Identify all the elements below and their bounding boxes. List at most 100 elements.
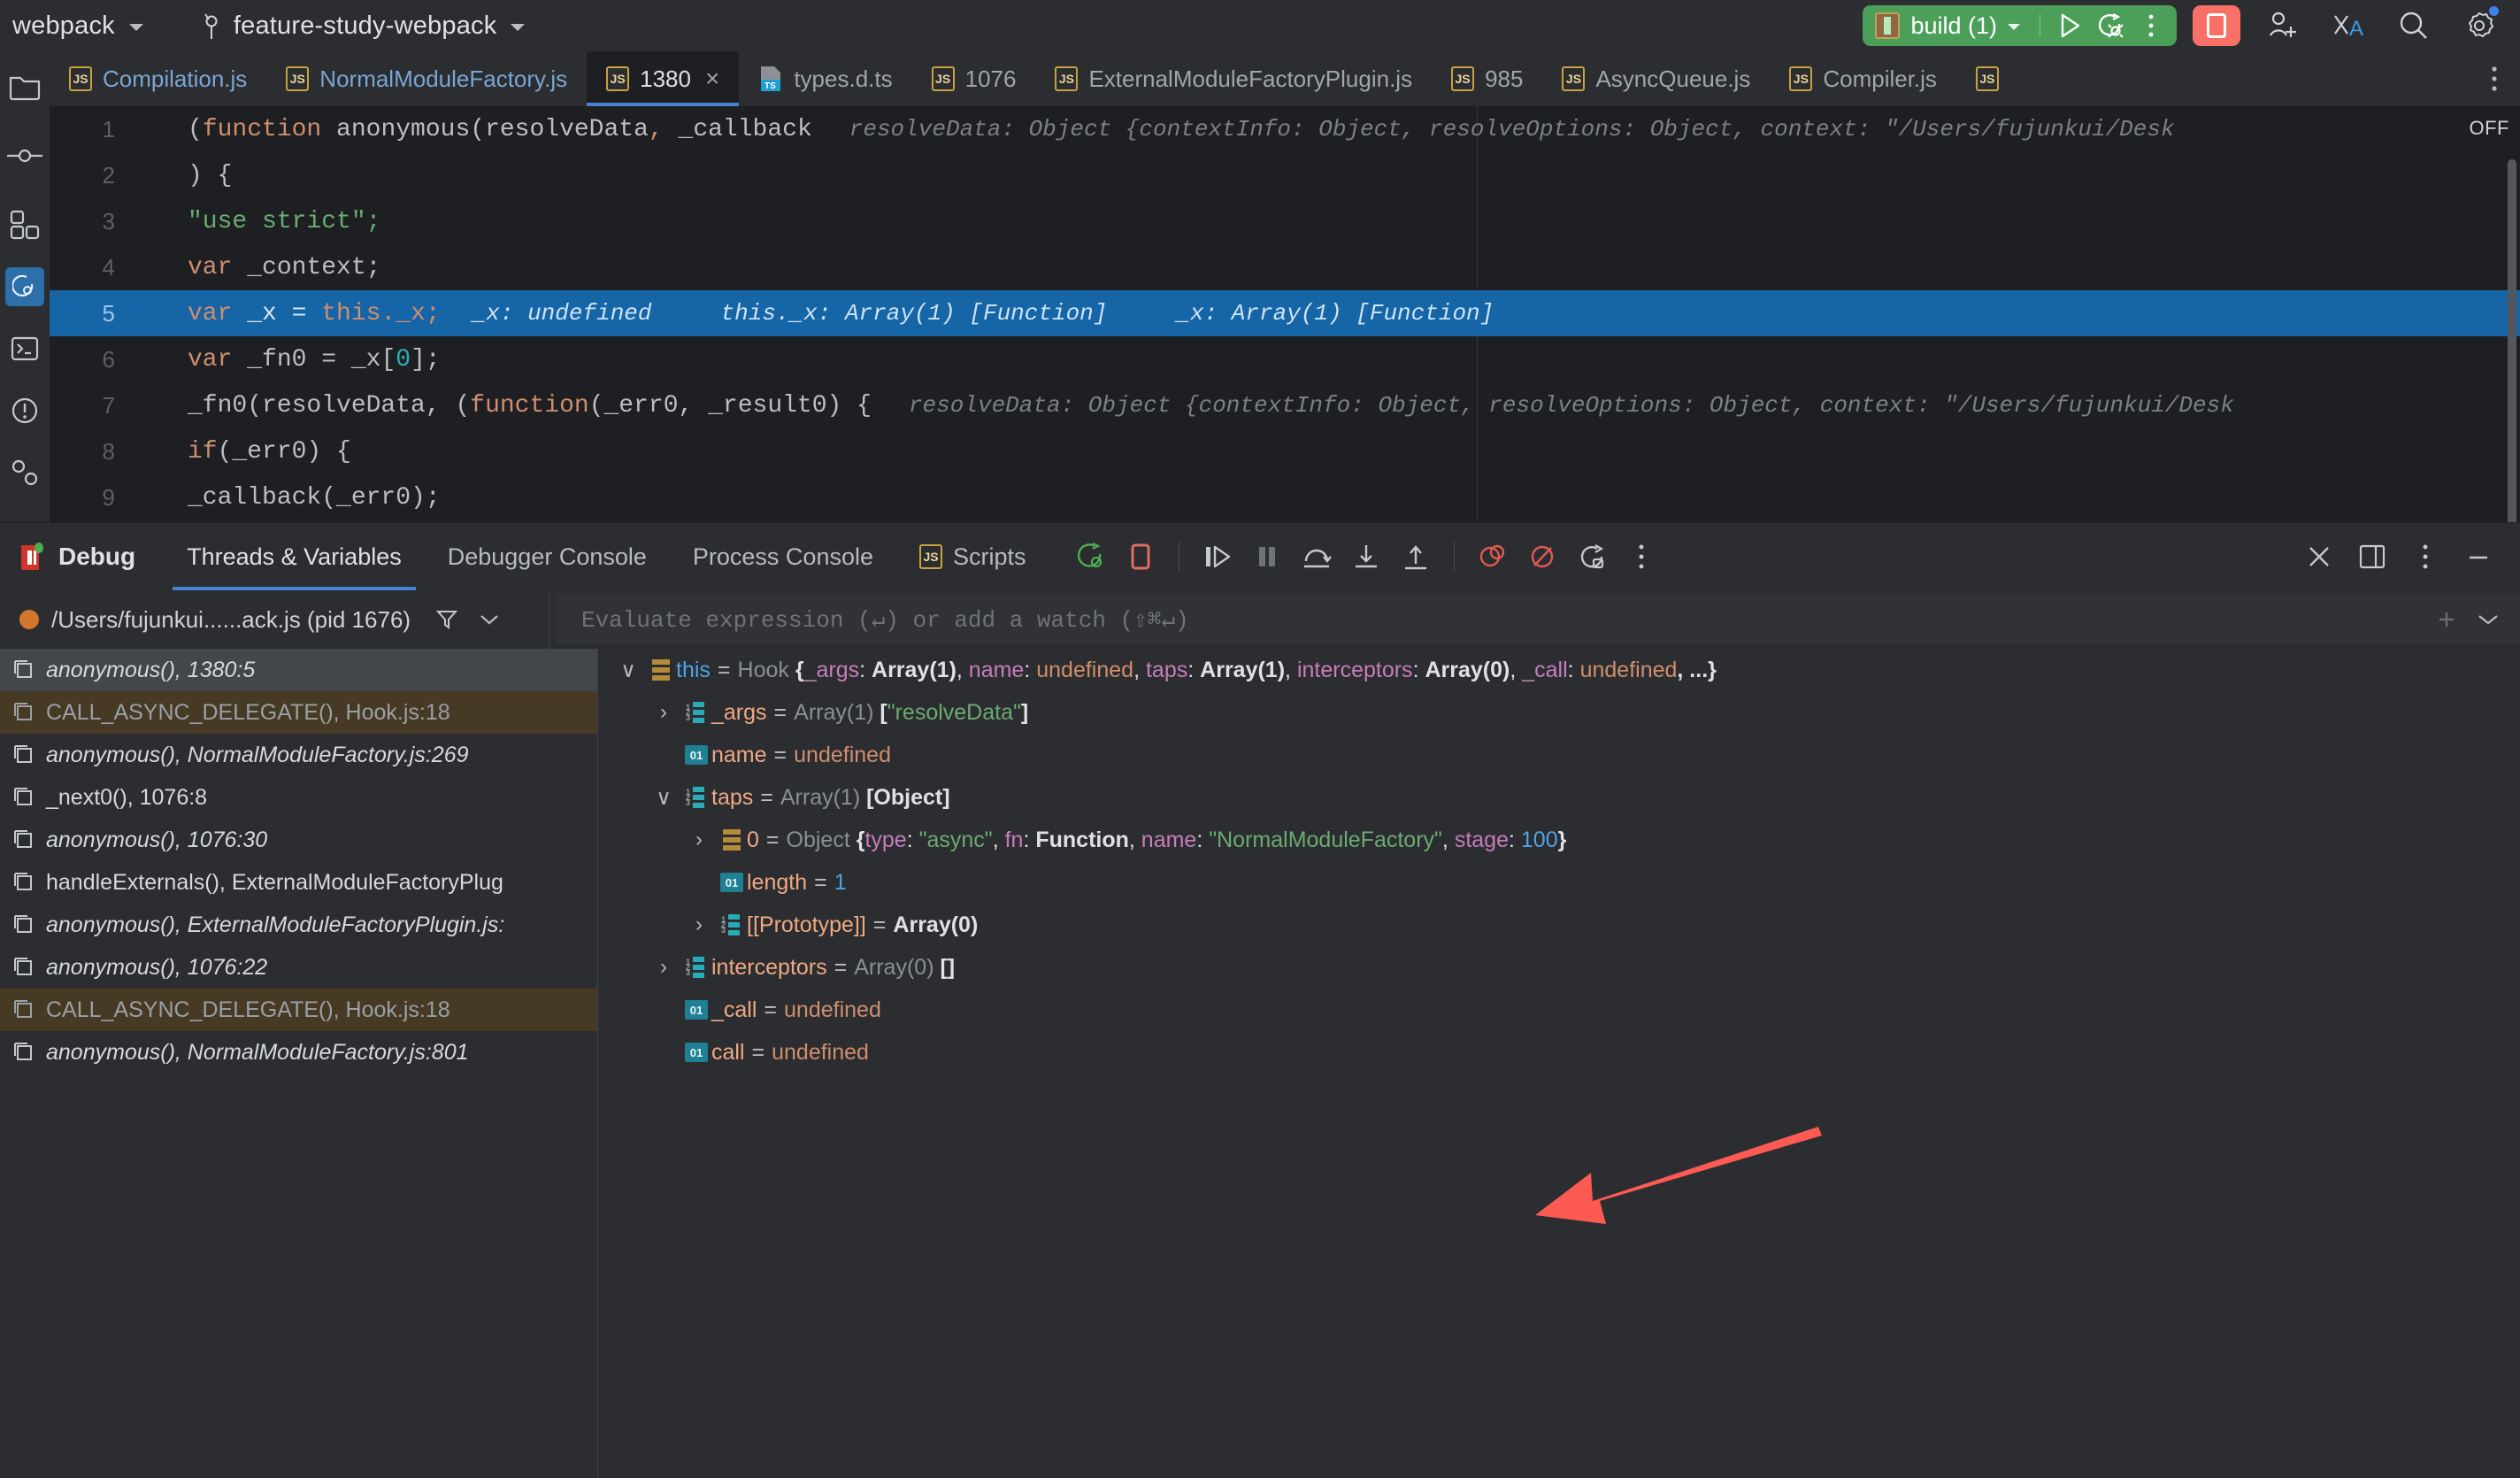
- tab-1076[interactable]: JS 1076: [912, 51, 1036, 106]
- rerun-debug-icon[interactable]: [1069, 536, 1113, 577]
- tab-985[interactable]: JS 985: [1432, 51, 1542, 106]
- process-selector[interactable]: /Users/fujunkui......ack.js (pid 1676): [0, 606, 549, 634]
- variable-row[interactable]: ∨this=Hook {_args: Array(1), name: undef…: [598, 649, 2520, 691]
- settings-icon[interactable]: [2462, 8, 2497, 43]
- variable-row[interactable]: 01name=undefined: [598, 734, 2520, 776]
- variable-row[interactable]: ›123interceptors=Array(0) []: [598, 946, 2520, 989]
- tab-overflow[interactable]: JS: [1956, 51, 2018, 106]
- close-icon[interactable]: ×: [705, 65, 719, 93]
- branch-selector[interactable]: feature-study-webpack: [200, 12, 526, 41]
- minimize-icon[interactable]: [2456, 536, 2501, 577]
- stack-frame-row[interactable]: CALL_ASYNC_DELEGATE(), Hook.js:18: [0, 989, 597, 1031]
- more-vertical-icon[interactable]: [1619, 536, 1663, 577]
- js-file-icon: JS: [606, 66, 629, 91]
- chevron-down-icon[interactable]: ∨: [611, 658, 646, 683]
- more-vertical-icon[interactable]: [2131, 8, 2171, 43]
- divider: [1454, 542, 1455, 572]
- variables-tree[interactable]: ∨this=Hook {_args: Array(1), name: undef…: [598, 649, 2520, 1478]
- frame-icon: [12, 1041, 35, 1064]
- variable-row[interactable]: ∨123taps=Array(1) [Object]: [598, 776, 2520, 819]
- stack-frame-row[interactable]: anonymous(), NormalModuleFactory.js:801: [0, 1031, 597, 1074]
- project-selector[interactable]: webpack: [12, 12, 143, 41]
- tab-threads-variables[interactable]: Threads & Variables: [164, 523, 425, 590]
- chevron-right-icon[interactable]: ›: [646, 700, 681, 725]
- inlay-off-badge[interactable]: OFF: [2470, 117, 2510, 140]
- stack-frame-label: anonymous(), 1380:5: [46, 658, 255, 683]
- chevron-right-icon[interactable]: ›: [681, 912, 717, 937]
- stack-frame-row[interactable]: anonymous(), 1076:30: [0, 819, 597, 861]
- tab-compiler-js[interactable]: JS Compiler.js: [1770, 51, 1956, 106]
- call-stack-list[interactable]: anonymous(), 1380:5 CALL_ASYNC_DELEGATE(…: [0, 649, 598, 1478]
- stack-frame-row[interactable]: anonymous(), ExternalModuleFactoryPlugin…: [0, 904, 597, 946]
- variable-row[interactable]: ›123_args=Array(1) ["resolveData"]: [598, 691, 2520, 734]
- variable-row[interactable]: 01_call=undefined: [598, 989, 2520, 1031]
- evaluate-expression-input[interactable]: Evaluate expression (↵) or add a watch (…: [557, 595, 2520, 644]
- editor-scrollbar[interactable]: [2508, 159, 2516, 522]
- close-icon[interactable]: [2297, 536, 2341, 577]
- more-vertical-icon[interactable]: [2403, 536, 2447, 577]
- commit-icon[interactable]: [5, 136, 44, 175]
- tab-label: Process Console: [693, 543, 873, 571]
- pause-icon[interactable]: [1245, 536, 1289, 577]
- tab-types-d-ts[interactable]: TS types.d.ts: [739, 51, 911, 106]
- tab-asyncqueue-js[interactable]: JS AsyncQueue.js: [1542, 51, 1770, 106]
- stack-frame-row[interactable]: handleExternals(), ExternalModuleFactory…: [0, 861, 597, 904]
- line-code: (function anonymous(resolveData, _callba…: [134, 116, 812, 143]
- variable-value: Hook {_args: Array(1), name: undefined, …: [738, 658, 1717, 683]
- stack-frame-row[interactable]: _next0(), 1076:8: [0, 776, 597, 819]
- chevron-down-icon[interactable]: [2478, 613, 2499, 626]
- stop-icon[interactable]: [1118, 536, 1163, 577]
- array-icon: 123: [681, 702, 711, 723]
- terminal-icon[interactable]: [5, 329, 44, 368]
- restore-layout-icon[interactable]: [1570, 536, 1614, 577]
- step-out-icon[interactable]: [1394, 536, 1438, 577]
- run-configuration-selector[interactable]: build (1): [1868, 5, 2031, 46]
- view-breakpoints-icon[interactable]: [1471, 536, 1515, 577]
- chevron-right-icon[interactable]: ›: [681, 828, 717, 852]
- variable-row[interactable]: ›123[[Prototype]]=Array(0): [598, 904, 2520, 946]
- mute-breakpoints-icon[interactable]: [1520, 536, 1564, 577]
- tab-normalmodulefactory-js[interactable]: JS NormalModuleFactory.js: [266, 51, 587, 106]
- code-editor[interactable]: 1 (function anonymous(resolveData, _call…: [50, 106, 2520, 522]
- search-icon[interactable]: [2396, 8, 2432, 43]
- more-vertical-icon[interactable]: [2478, 65, 2511, 93]
- debug-icon[interactable]: [2090, 8, 2131, 43]
- tab-compilation-js[interactable]: JS Compilation.js: [50, 51, 266, 106]
- tab-1380[interactable]: JS 1380 ×: [587, 51, 739, 106]
- layout-icon[interactable]: [2350, 536, 2394, 577]
- chevron-down-icon[interactable]: [480, 613, 499, 626]
- tab-externalmodulefactoryplugin-js[interactable]: JS ExternalModuleFactoryPlugin.js: [1035, 51, 1432, 106]
- step-into-icon[interactable]: [1344, 536, 1388, 577]
- variable-name: taps: [711, 785, 753, 811]
- variable-row[interactable]: 01call=undefined: [598, 1031, 2520, 1074]
- chevron-right-icon[interactable]: ›: [646, 955, 681, 980]
- tab-scripts[interactable]: JS Scripts: [896, 523, 1049, 590]
- js-file-icon: JS: [69, 66, 92, 91]
- add-watch-icon[interactable]: [2435, 608, 2458, 631]
- problems-icon[interactable]: [5, 391, 44, 430]
- step-over-icon[interactable]: [1295, 536, 1339, 577]
- stack-frame-row[interactable]: anonymous(), 1380:5: [0, 649, 597, 691]
- filter-icon[interactable]: [435, 608, 458, 631]
- stack-frame-row[interactable]: anonymous(), 1076:22: [0, 946, 597, 989]
- chevron-down-icon-branch: [511, 24, 525, 31]
- tab-debugger-console[interactable]: Debugger Console: [425, 523, 670, 590]
- variable-row[interactable]: ›0=Object {type: "async", fn: Function, …: [598, 819, 2520, 861]
- equals-sign: =: [745, 1040, 772, 1066]
- chevron-down-icon[interactable]: ∨: [646, 785, 681, 811]
- project-icon[interactable]: [5, 67, 44, 106]
- resume-icon[interactable]: [1195, 536, 1240, 577]
- run-icon[interactable]: [5, 267, 44, 306]
- add-user-icon[interactable]: [2265, 8, 2301, 43]
- debug-header: Debug Threads & Variables Debugger Conso…: [0, 523, 2520, 590]
- stop-button[interactable]: [2193, 5, 2240, 46]
- stack-frame-row[interactable]: CALL_ASYNC_DELEGATE(), Hook.js:18: [0, 691, 597, 734]
- tab-process-console[interactable]: Process Console: [670, 523, 896, 590]
- variable-name: _call: [711, 997, 757, 1023]
- run-icon[interactable]: [2049, 8, 2090, 43]
- variable-row[interactable]: 01length=1: [598, 861, 2520, 904]
- translate-icon[interactable]: A: [2331, 8, 2366, 43]
- structure-icon[interactable]: [5, 205, 44, 244]
- settings-icon[interactable]: [5, 453, 44, 492]
- stack-frame-row[interactable]: anonymous(), NormalModuleFactory.js:269: [0, 734, 597, 776]
